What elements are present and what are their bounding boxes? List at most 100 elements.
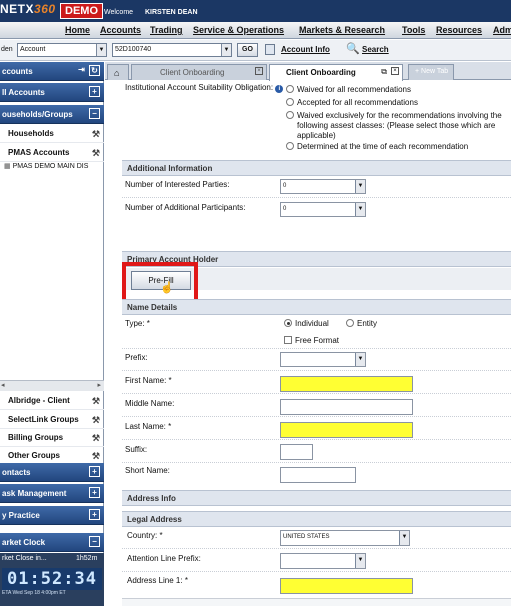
country-select[interactable]: UNITED STATES ▼ [280,530,410,546]
search-link[interactable]: Search [362,45,389,54]
prefix-select[interactable]: ▼ [280,352,366,367]
tab-client-onboarding-2[interactable]: Client Onboarding ⧉ × [269,64,403,81]
option-waived-exclusive: Waived exclusively for the recommendatio… [297,111,502,140]
short-name-input[interactable] [280,467,356,483]
radio-individual[interactable] [284,319,292,327]
type-individual-label: Individual [295,319,329,328]
middle-name-label: Middle Name: [125,399,175,408]
radio-accepted-all[interactable] [286,98,294,106]
search-icon: 🔍 [346,43,360,55]
info-icon[interactable]: i [275,85,284,93]
clock-digits: 01:52:34 [2,568,102,590]
sidebar-households-groups-label: ouseholds/Groups [2,110,73,119]
menu-trading[interactable]: Trading [150,25,183,35]
collapse-icon[interactable]: − [89,108,100,119]
hand-cursor-icon: ☝ [160,282,174,294]
chevron-down-icon: ▼ [399,531,409,545]
tab-new[interactable]: + New Tab [408,64,454,80]
scroll-right-icon[interactable]: ▸ [97,381,101,389]
home-icon: ⌂ [114,68,120,78]
menu-resources[interactable]: Resources [436,25,482,35]
suffix-input[interactable] [280,444,313,460]
wrench-icon[interactable]: ⚒ [92,415,100,426]
search-type-select[interactable]: Account ▼ [17,43,107,57]
sidebar-my-practice[interactable]: y Practice + [0,506,104,525]
interested-parties-select[interactable]: 0 ▼ [280,179,366,194]
app-logo[interactable]: NETX360 [0,2,58,22]
free-format-checkbox[interactable] [284,336,292,344]
account-info-link[interactable]: Account Info [281,45,330,54]
client-onboarding-form: Institutional Account Suitability Obliga… [105,81,511,606]
sidebar-item-pmas-demo[interactable]: ▦ PMAS DEMO MAIN DIS [0,158,104,176]
attention-prefix-select[interactable]: ▼ [280,553,366,569]
expand-icon[interactable]: + [89,509,100,520]
expand-icon[interactable]: + [89,86,100,97]
radio-waived-exclusive[interactable] [286,111,294,119]
sidebar-accounts-header[interactable]: ccounts ⇥ ↻ [0,62,104,81]
first-name-input[interactable] [280,376,413,392]
attention-prefix-label: Attention Line Prefix: [127,554,201,563]
tab-label: Client Onboarding [160,68,225,77]
last-name-input[interactable] [280,422,413,438]
tab-home[interactable]: ⌂ [107,64,129,80]
sidebar-item-billing[interactable]: Billing Groups ⚒ [0,429,104,447]
type-entity-label: Entity [357,319,378,328]
menu-admin[interactable]: Adm [493,25,511,35]
tab-client-onboarding-1[interactable]: Client Onboarding × [131,64,267,80]
menu-service-operations[interactable]: Service & Operations [193,25,284,35]
sidebar-task-management[interactable]: ask Management + [0,484,104,503]
wrench-icon[interactable]: ⚒ [92,451,100,462]
search-type-label: den [1,46,13,53]
address-line1-input[interactable] [280,578,413,594]
popout-icon[interactable]: ⧉ [381,67,387,77]
refresh-icon[interactable]: ↻ [89,65,100,76]
chevron-down-icon: ▼ [221,44,231,56]
account-info-icon [265,44,275,55]
additional-info-header: Additional Information [122,160,511,176]
radio-waived-all[interactable] [286,85,294,93]
sidebar-item-selectlink[interactable]: SelectLink Groups ⚒ [0,411,104,429]
menu-accounts[interactable]: Accounts [100,25,141,35]
additional-participants-select[interactable]: 0 ▼ [280,202,366,217]
sidebar-item-albridge[interactable]: Albridge - Client ⚒ [0,392,104,410]
menu-home[interactable]: Home [65,25,90,35]
middle-name-input[interactable] [280,399,413,415]
sidebar-my-practice-label: y Practice [2,511,40,520]
divider [122,571,511,572]
close-icon[interactable]: × [255,67,263,75]
sidebar-accounts-label: ccounts [2,67,33,76]
wrench-icon[interactable]: ⚒ [92,396,100,407]
wrench-icon[interactable]: ⚒ [92,433,100,444]
divider [122,370,511,371]
go-button[interactable]: GO [237,43,258,57]
menu-tools[interactable]: Tools [402,25,425,35]
radio-entity[interactable] [346,319,354,327]
sidebar: ccounts ⇥ ↻ ll Accounts + ouseholds/Groups −… [0,62,104,606]
additional-participants-label: Number of Additional Participants: [125,203,246,212]
divider [122,197,511,198]
radio-determined-each[interactable] [286,142,294,150]
chevron-down-icon: ▼ [355,554,365,568]
sidebar-item-households[interactable]: Households ⚒ [0,125,104,143]
sidebar-item-label: SelectLink Groups [8,415,79,424]
type-label: Type: * [125,319,150,328]
expand-icon[interactable]: + [89,466,100,477]
sidebar-contacts-label: ontacts [2,468,31,477]
sidebar-all-accounts[interactable]: ll Accounts + [0,83,104,102]
clock-date: ETA Wed Sep 18 4:00pm ET [2,590,66,596]
wrench-icon[interactable]: ⚒ [92,129,100,140]
close-icon[interactable]: × [391,67,399,75]
account-number-input[interactable]: 52D100740 ▼ [112,43,232,57]
sidebar-contacts[interactable]: ontacts + [0,463,104,482]
free-format-label: Free Format [295,336,340,345]
sidebar-households-groups[interactable]: ouseholds/Groups − [0,105,104,124]
sidebar-item-label: Albridge - Client [8,396,70,405]
expand-icon[interactable]: ⇥ [76,65,87,76]
tab-strip: ⌂ Client Onboarding × Client Onboarding ⧉ ×… [105,62,511,81]
collapse-icon[interactable]: − [89,536,100,547]
sidebar-market-clock[interactable]: arket Clock − [0,533,104,552]
menu-markets-research[interactable]: Markets & Research [299,25,385,35]
expand-icon[interactable]: + [89,487,100,498]
scroll-left-icon[interactable]: ◂ [1,381,5,389]
sidebar-horizontal-scrollbar[interactable]: ◂ ▸ [0,380,104,391]
